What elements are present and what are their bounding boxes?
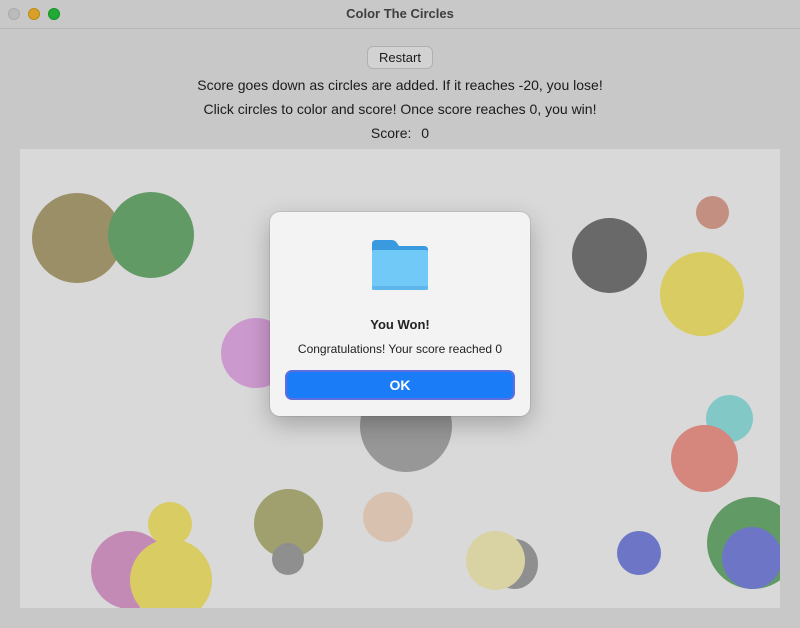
- dialog-title: You Won!: [370, 317, 430, 332]
- app-window: Color The Circles Restart Score goes dow…: [0, 0, 800, 628]
- ok-button[interactable]: OK: [285, 370, 515, 400]
- folder-icon: [370, 238, 430, 292]
- dialog-message: Congratulations! Your score reached 0: [297, 342, 503, 356]
- win-alert-dialog: You Won! Congratulations! Your score rea…: [270, 212, 530, 416]
